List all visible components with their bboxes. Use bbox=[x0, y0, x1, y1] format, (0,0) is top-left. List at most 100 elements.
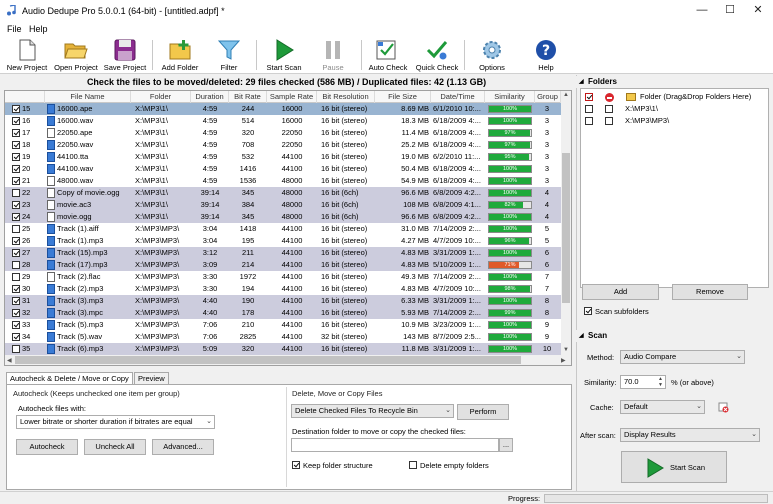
table-row[interactable]: 25 Track (1).aiff X:\MP3\MP3\ 3:04 1418 44100… bbox=[5, 223, 561, 235]
row-checkbox[interactable] bbox=[12, 297, 20, 305]
row-checkbox[interactable] bbox=[12, 249, 20, 257]
browse-folder-button[interactable]: ... bbox=[499, 438, 513, 452]
folder-include-checkbox[interactable] bbox=[585, 117, 593, 125]
row-checkbox[interactable] bbox=[12, 285, 20, 293]
header-sample-rate[interactable]: Sample Rate bbox=[267, 91, 317, 103]
scroll-left-arrow-icon[interactable]: ◀ bbox=[7, 357, 12, 364]
maximize-button[interactable]: ☐ bbox=[716, 0, 744, 20]
row-checkbox[interactable] bbox=[12, 213, 20, 221]
table-row[interactable]: 15 16000.ape X:\MP3\1\ 4:59 244 16000 16 bit (… bbox=[5, 103, 561, 115]
header-date-time[interactable]: Date/Time bbox=[431, 91, 485, 103]
row-checkbox[interactable] bbox=[12, 345, 20, 353]
folder-list[interactable]: Folder (Drag&Drop Folders Here) X:\MP3\1… bbox=[580, 88, 769, 288]
header-file-size[interactable]: File Size bbox=[375, 91, 431, 103]
folder-row[interactable]: X:\MP3\1\ bbox=[581, 103, 768, 115]
scan-panel-header[interactable]: ◢ Scan bbox=[576, 330, 773, 342]
keep-structure-checkbox[interactable] bbox=[292, 461, 300, 469]
table-row[interactable]: 24 movie.ogg X:\MP3\1\ 39:14 345 48000 16 bit … bbox=[5, 211, 561, 223]
table-row[interactable]: 27 Track (15).mp3 X:\MP3\MP3\ 3:12 211 44100 1… bbox=[5, 247, 561, 259]
close-button[interactable]: ✕ bbox=[744, 0, 772, 20]
header-folder[interactable]: Folder bbox=[131, 91, 191, 103]
similarity-spinner[interactable]: 70.0 ▲ ▼ bbox=[620, 375, 666, 389]
row-checkbox[interactable] bbox=[12, 225, 20, 233]
grid-horizontal-scrollbar[interactable]: ◀ ▶ bbox=[5, 355, 571, 365]
table-row[interactable]: 32 Track (3).mpc X:\MP3\MP3\ 4:40 178 44100 16… bbox=[5, 307, 561, 319]
table-row[interactable]: 16 16000.wav X:\MP3\1\ 4:59 514 16000 16 bit (… bbox=[5, 115, 561, 127]
destination-folder-input[interactable] bbox=[291, 438, 499, 452]
row-checkbox[interactable] bbox=[12, 201, 20, 209]
header-bit-rate[interactable]: Bit Rate bbox=[229, 91, 267, 103]
header-checkbox[interactable] bbox=[5, 91, 45, 103]
new-project-button[interactable]: New Project bbox=[7, 36, 47, 74]
grid-vertical-scrollbar[interactable]: ▲ ▼ bbox=[561, 91, 571, 355]
scroll-up-arrow-icon[interactable]: ▲ bbox=[563, 92, 569, 98]
options-button[interactable]: Options bbox=[472, 36, 512, 74]
table-row[interactable]: 21 48000.wav X:\MP3\1\ 4:59 1536 48000 16 bit … bbox=[5, 175, 561, 187]
quick-check-button[interactable]: Quick Check bbox=[416, 36, 458, 74]
spinner-arrows-icon[interactable]: ▲ ▼ bbox=[658, 376, 663, 388]
row-checkbox[interactable] bbox=[12, 153, 20, 161]
pause-button[interactable]: Pause bbox=[313, 36, 353, 74]
header-duration[interactable]: Duration bbox=[191, 91, 229, 103]
folder-exclude-checkbox[interactable] bbox=[605, 105, 613, 113]
tab-preview[interactable]: Preview bbox=[134, 372, 169, 384]
table-row[interactable]: 26 Track (1).mp3 X:\MP3\MP3\ 3:04 195 44100 16… bbox=[5, 235, 561, 247]
clear-cache-icon[interactable] bbox=[718, 402, 729, 413]
start-scan-button[interactable]: Start Scan bbox=[264, 36, 304, 74]
row-checkbox[interactable] bbox=[12, 129, 20, 137]
table-row[interactable]: 35 Track (6).mp3 X:\MP3\MP3\ 5:09 320 44100 16… bbox=[5, 343, 561, 355]
table-row[interactable]: 18 22050.wav X:\MP3\1\ 4:59 708 22050 16 bit (… bbox=[5, 139, 561, 151]
uncheck-all-button[interactable]: Uncheck All bbox=[84, 439, 146, 455]
results-grid[interactable]: File Name Folder Duration Bit Rate Sampl… bbox=[4, 90, 572, 366]
start-scan-big-button[interactable]: Start Scan bbox=[621, 451, 727, 483]
row-checkbox[interactable] bbox=[12, 309, 20, 317]
help-button[interactable]: ? Help bbox=[526, 36, 566, 74]
row-checkbox[interactable] bbox=[12, 177, 20, 185]
autocheck-rule-select[interactable]: Lower bitrate or shorter duration if bit… bbox=[16, 415, 215, 429]
row-checkbox[interactable] bbox=[12, 117, 20, 125]
table-row[interactable]: 17 22050.ape X:\MP3\1\ 4:59 320 22050 16 bit (… bbox=[5, 127, 561, 139]
add-folder-button[interactable]: Add Folder bbox=[160, 36, 200, 74]
row-checkbox[interactable] bbox=[12, 189, 20, 197]
autocheck-button[interactable]: Autocheck bbox=[16, 439, 78, 455]
table-row[interactable]: 22 Copy of movie.ogg X:\MP3\1\ 39:14 345 4800… bbox=[5, 187, 561, 199]
folder-row[interactable]: X:\MP3\MP3\ bbox=[581, 115, 768, 127]
scan-subfolders-checkbox[interactable] bbox=[584, 307, 592, 315]
table-row[interactable]: 31 Track (3).mp3 X:\MP3\MP3\ 4:40 190 44100 16… bbox=[5, 295, 561, 307]
menu-help[interactable]: Help bbox=[29, 24, 48, 34]
table-row[interactable]: 29 Track (2).flac X:\MP3\MP3\ 3:30 1972 44100… bbox=[5, 271, 561, 283]
row-checkbox[interactable] bbox=[12, 321, 20, 329]
table-row[interactable]: 34 Track (5).wav X:\MP3\MP3\ 7:06 2825 44100 3… bbox=[5, 331, 561, 343]
folder-exclude-checkbox[interactable] bbox=[605, 117, 613, 125]
after-scan-select[interactable]: Display Results ⌄ bbox=[620, 428, 760, 442]
header-bit-resolution[interactable]: Bit Resolution bbox=[317, 91, 375, 103]
save-project-button[interactable]: Save Project bbox=[104, 36, 146, 74]
header-file-name[interactable]: File Name bbox=[45, 91, 131, 103]
folders-panel-header[interactable]: ◢ Folders bbox=[576, 76, 773, 88]
open-project-button[interactable]: Open Project bbox=[54, 36, 98, 74]
scroll-thumb[interactable] bbox=[15, 356, 521, 364]
row-checkbox[interactable] bbox=[12, 165, 20, 173]
table-row[interactable]: 28 Track (17).mp3 X:\MP3\MP3\ 3:09 214 44100 1… bbox=[5, 259, 561, 271]
cache-select[interactable]: Default ⌄ bbox=[620, 400, 705, 414]
delete-empty-checkbox[interactable] bbox=[409, 461, 417, 469]
row-checkbox[interactable] bbox=[12, 261, 20, 269]
table-row[interactable]: 23 movie.ac3 X:\MP3\1\ 39:14 384 48000 16 bit … bbox=[5, 199, 561, 211]
filter-button[interactable]: Filter bbox=[209, 36, 249, 74]
row-checkbox[interactable] bbox=[12, 105, 20, 113]
row-checkbox[interactable] bbox=[12, 333, 20, 341]
table-row[interactable]: 19 44100.tta X:\MP3\1\ 4:59 532 44100 16 bit (… bbox=[5, 151, 561, 163]
table-row[interactable]: 20 44100.wav X:\MP3\1\ 4:59 1416 44100 16 bit … bbox=[5, 163, 561, 175]
delete-action-select[interactable]: Delete Checked Files To Recycle Bin ⌄ bbox=[291, 404, 454, 418]
remove-folder-button[interactable]: Remove bbox=[672, 284, 748, 300]
table-row[interactable]: 33 Track (5).mp3 X:\MP3\MP3\ 7:06 210 44100 16… bbox=[5, 319, 561, 331]
folder-dropzone-row[interactable]: Folder (Drag&Drop Folders Here) bbox=[581, 91, 768, 103]
perform-button[interactable]: Perform bbox=[457, 404, 509, 420]
scroll-thumb[interactable] bbox=[562, 153, 570, 303]
advanced-button[interactable]: Advanced... bbox=[152, 439, 214, 455]
method-select[interactable]: Audio Compare ⌄ bbox=[620, 350, 745, 364]
minimize-button[interactable]: — bbox=[688, 0, 716, 20]
header-group[interactable]: Group bbox=[535, 91, 561, 103]
include-all-checkbox[interactable] bbox=[585, 93, 593, 101]
row-checkbox[interactable] bbox=[12, 237, 20, 245]
